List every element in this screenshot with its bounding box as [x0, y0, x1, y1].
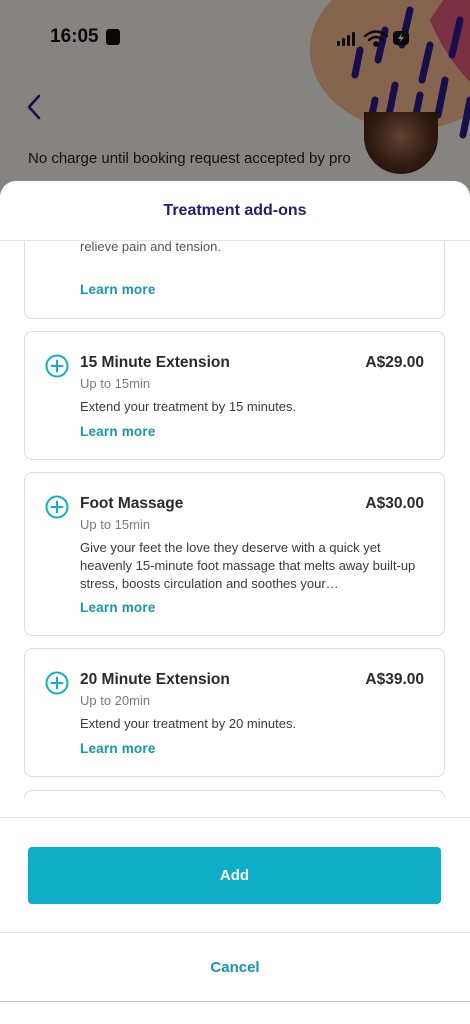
- learn-more-link[interactable]: Learn more: [80, 424, 156, 439]
- cancel-button[interactable]: Cancel: [0, 933, 470, 1001]
- addons-sheet: Treatment add-ons relieve pain and tensi…: [0, 181, 470, 1024]
- addon-price: A$29.00: [365, 354, 424, 371]
- addon-card: 15 Minute Extension A$29.00 Up to 15min …: [24, 331, 445, 460]
- addon-description: relieve pain and tension.: [80, 241, 221, 254]
- addon-duration: Up to 15min: [80, 517, 151, 532]
- learn-more-link[interactable]: Learn more: [80, 282, 156, 297]
- addon-name: Foot Massage: [80, 495, 184, 512]
- addon-name: 15 Minute Extension: [80, 354, 230, 371]
- addons-list[interactable]: relieve pain and tension. Learn more 15 …: [0, 241, 470, 798]
- learn-more-link[interactable]: Learn more: [80, 741, 156, 756]
- sheet-header: Treatment add-ons: [0, 181, 470, 241]
- addon-card: 20 Minute Extension A$39.00 Up to 20min …: [24, 648, 445, 777]
- addon-duration: Up to 15min: [80, 376, 151, 391]
- addon-description: Give your feet the love they deserve wit…: [80, 540, 416, 591]
- add-button[interactable]: Add: [28, 847, 441, 904]
- sheet-title: Treatment add-ons: [163, 201, 307, 219]
- addon-card-partial: relieve pain and tension. Learn more: [24, 241, 445, 319]
- divider: [0, 1001, 470, 1002]
- add-circle-icon[interactable]: [45, 495, 69, 519]
- addon-duration: Up to 20min: [80, 693, 151, 708]
- add-circle-icon[interactable]: [45, 354, 69, 378]
- addon-description: Extend your treatment by 15 minutes.: [80, 399, 297, 414]
- addon-name: 20 Minute Extension: [80, 671, 230, 688]
- addon-price: A$30.00: [365, 495, 424, 512]
- sheet-footer: Add Cancel: [0, 817, 470, 1002]
- addon-description: Extend your treatment by 20 minutes.: [80, 716, 297, 731]
- learn-more-link[interactable]: Learn more: [80, 600, 156, 615]
- addon-price: A$39.00: [365, 671, 424, 688]
- addon-card: Foot Massage A$30.00 Up to 15min Give yo…: [24, 472, 445, 636]
- addon-card-partial: [24, 790, 445, 798]
- add-circle-icon[interactable]: [45, 671, 69, 695]
